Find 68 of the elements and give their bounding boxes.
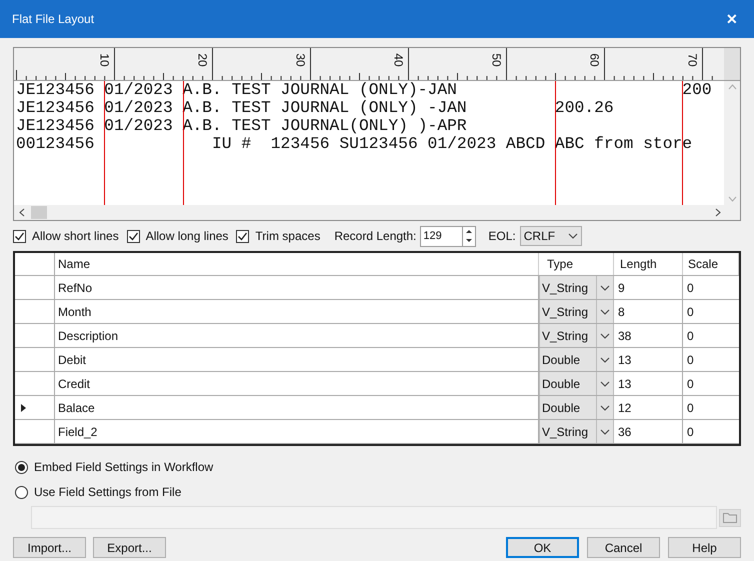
- scale-cell[interactable]: 0: [683, 396, 739, 419]
- dialog-button[interactable]: Help: [668, 537, 741, 558]
- vertical-scrollbar[interactable]: [724, 81, 740, 205]
- scale-cell[interactable]: 0: [683, 324, 739, 347]
- dialog-button[interactable]: OK: [506, 537, 579, 558]
- radio-label: Use Field Settings from File: [34, 484, 182, 501]
- close-button[interactable]: ✕: [722, 8, 742, 30]
- caret-icon: [600, 428, 610, 434]
- type-dropdown[interactable]: Double: [539, 348, 614, 371]
- length-cell[interactable]: 12: [614, 396, 683, 419]
- caret-icon: [600, 380, 610, 386]
- dialog-button[interactable]: Export...: [93, 537, 166, 558]
- window-title: Flat File Layout: [12, 11, 94, 28]
- scale-cell[interactable]: 0: [683, 420, 739, 443]
- record-length-label: Record Length:: [334, 228, 416, 245]
- current-row-icon: [21, 404, 26, 412]
- checkbox[interactable]: [13, 230, 26, 242]
- checkbox[interactable]: [126, 230, 140, 242]
- caret-icon: [568, 233, 578, 239]
- length-cell[interactable]: 36: [614, 420, 683, 443]
- ruler-corner: [724, 48, 740, 80]
- ruler-number: 40: [392, 53, 404, 67]
- length-cell[interactable]: 9: [614, 276, 683, 299]
- checkbox-label: Allow long lines: [146, 228, 228, 245]
- folder-icon: [723, 512, 737, 523]
- column-header[interactable]: Type: [539, 253, 614, 275]
- ruler-number: 20: [196, 53, 208, 67]
- radio-label: Embed Field Settings in Workflow: [34, 459, 214, 476]
- type-dropdown[interactable]: V_String: [539, 324, 614, 347]
- record-length-spinner[interactable]: 129: [420, 226, 476, 246]
- scale-cell[interactable]: 0: [683, 348, 739, 371]
- eol-dropdown[interactable]: CRLF: [520, 226, 582, 246]
- scroll-thumb[interactable]: [31, 206, 47, 219]
- caret-icon: [600, 332, 610, 338]
- eol-label: EOL:: [488, 228, 516, 245]
- ruler-number: 30: [294, 53, 306, 67]
- length-cell[interactable]: 13: [614, 372, 683, 395]
- column-header[interactable]: Length: [614, 253, 683, 275]
- checkbox-label: Trim spaces: [255, 228, 320, 245]
- type-dropdown[interactable]: Double: [539, 396, 614, 419]
- scale-cell[interactable]: 0: [683, 300, 739, 323]
- length-cell[interactable]: 38: [614, 324, 683, 347]
- caret-icon: [600, 308, 610, 314]
- length-cell[interactable]: 8: [614, 300, 683, 323]
- dialog-button[interactable]: Cancel: [587, 537, 660, 558]
- type-dropdown[interactable]: Double: [539, 372, 614, 395]
- scale-cell[interactable]: 0: [683, 372, 739, 395]
- scale-cell[interactable]: 0: [683, 276, 739, 299]
- ruler-number: 50: [490, 53, 502, 67]
- browse-button[interactable]: [719, 508, 741, 526]
- caret-icon: [600, 356, 610, 362]
- dialog-button[interactable]: Import...: [13, 537, 86, 558]
- length-cell[interactable]: 13: [614, 348, 683, 371]
- checkbox-label: Allow short lines: [32, 228, 119, 245]
- column-header[interactable]: Name: [55, 253, 539, 275]
- type-dropdown[interactable]: V_String: [539, 420, 614, 443]
- radio-button[interactable]: [15, 486, 28, 498]
- type-dropdown[interactable]: V_String: [539, 300, 614, 323]
- ruler-number: 60: [588, 53, 600, 67]
- radio-button[interactable]: [15, 460, 28, 474]
- ruler-number: 70: [686, 53, 698, 67]
- checkbox[interactable]: [236, 230, 250, 242]
- column-header[interactable]: Scale: [683, 253, 739, 275]
- horizontal-scrollbar[interactable]: [14, 205, 740, 220]
- type-dropdown[interactable]: V_String: [539, 276, 614, 299]
- ruler-number: 10: [98, 53, 110, 67]
- caret-icon: [600, 284, 610, 290]
- caret-icon: [600, 404, 610, 410]
